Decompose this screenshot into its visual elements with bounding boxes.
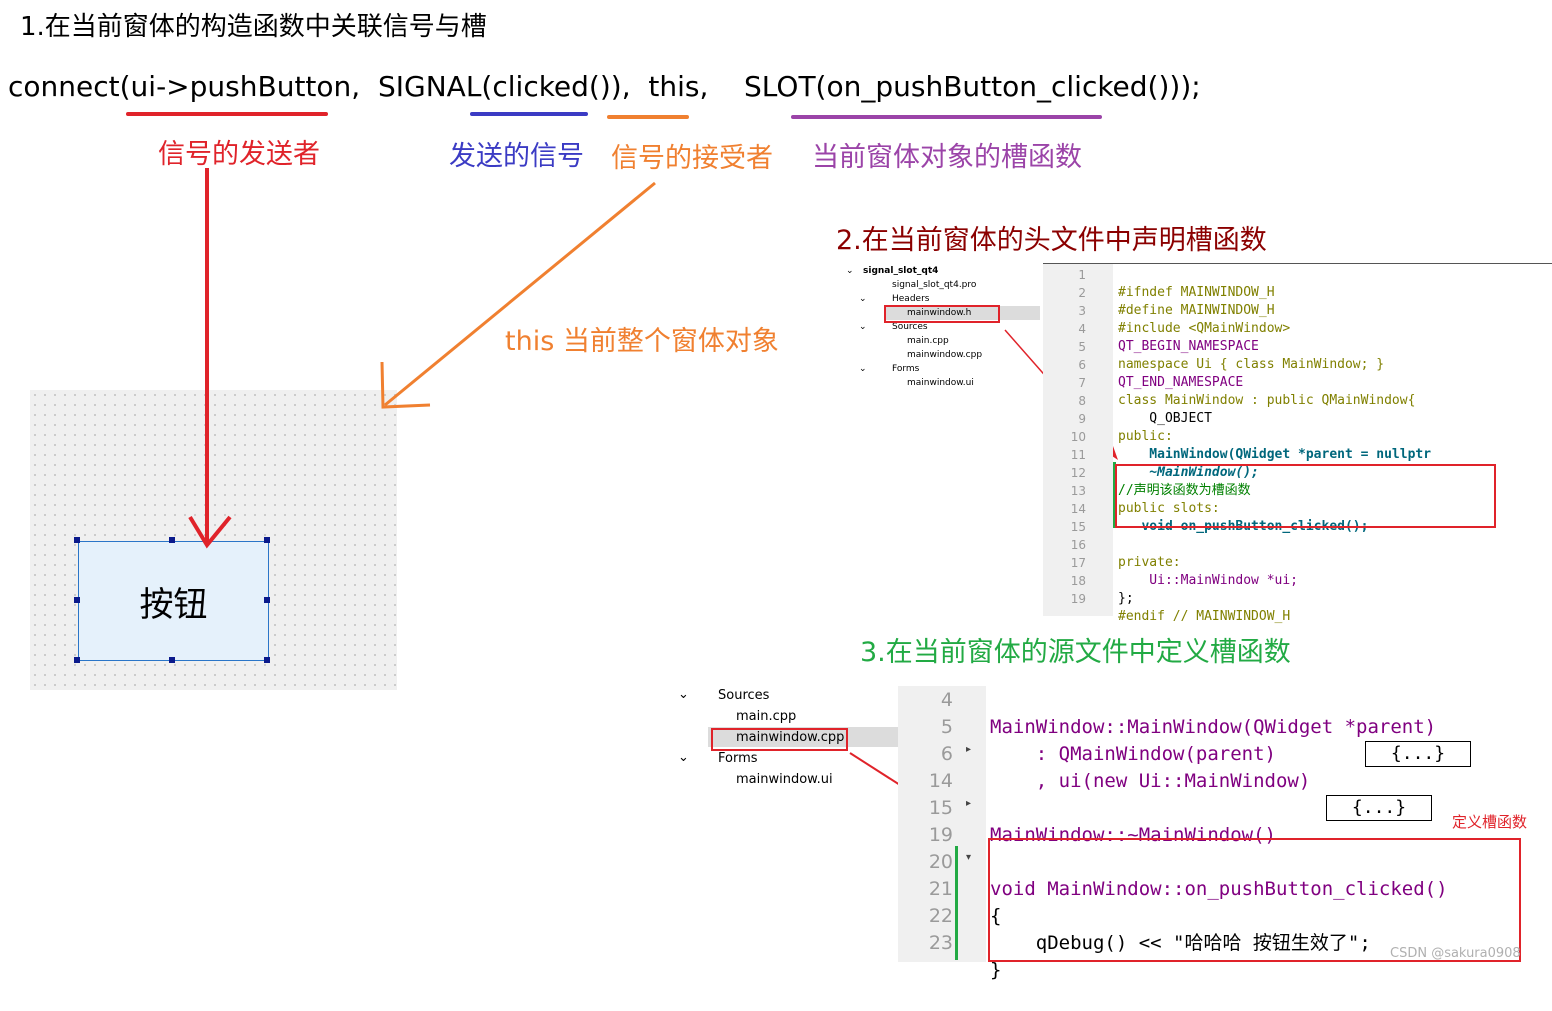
code-line: class MainWindow : public QMainWindow{ [1118, 393, 1416, 408]
line-numbers: 4 5 6 14 15 19 20 21 22 23 [905, 687, 953, 957]
tree-item[interactable]: Headers [892, 294, 929, 304]
tree-item[interactable]: Sources [892, 322, 928, 332]
highlight-box-header-file [884, 305, 1000, 323]
code-line: MainWindow(QWidget *parent = nullptr [1118, 447, 1432, 462]
watermark: CSDN @sakura0908 [1390, 946, 1521, 961]
fold-arrow-icon[interactable]: ▾ [966, 852, 971, 863]
expand-icon[interactable]: ⌄ [846, 266, 854, 276]
code-line: #endif // MAINWINDOW_H [1118, 609, 1291, 624]
line-number: 14 [928, 770, 953, 792]
line-number: 3 [1078, 304, 1086, 318]
expand-icon[interactable]: ⌄ [859, 294, 867, 304]
line-number: 20 [928, 851, 953, 873]
tree-item[interactable]: mainwindow.ui [907, 378, 974, 388]
sender-arrow-head [188, 515, 232, 549]
line-number: 12 [1070, 466, 1086, 480]
line-number: 22 [928, 905, 953, 927]
line-number: 6 [1078, 358, 1086, 372]
line-number: 11 [1070, 448, 1086, 462]
tree-item[interactable]: Sources [718, 688, 769, 703]
code-line: QT_BEGIN_NAMESPACE [1118, 339, 1259, 354]
line-number: 7 [1078, 376, 1086, 390]
code-line: private: [1118, 555, 1181, 570]
tree-item[interactable]: main.cpp [736, 709, 796, 724]
line-number: 14 [1070, 502, 1086, 516]
line-number: 2 [1078, 286, 1086, 300]
tree-item[interactable]: Forms [892, 364, 919, 374]
line-number: 10 [1070, 430, 1086, 444]
expand-icon[interactable]: ⌄ [678, 687, 689, 702]
line-number: 15 [1070, 520, 1086, 534]
line-number: 8 [1078, 394, 1086, 408]
line-number: 18 [1070, 574, 1086, 588]
line-number: 1 [1078, 268, 1086, 282]
step2-title: 2.在当前窗体的头文件中声明槽函数 [836, 225, 1267, 256]
code-line: QT_END_NAMESPACE [1118, 375, 1244, 390]
code-line: MainWindow::MainWindow(QWidget *parent) [990, 716, 1437, 738]
tree-item[interactable]: mainwindow.ui [736, 772, 833, 787]
fold-arrow-icon[interactable]: ▸ [966, 744, 971, 755]
line-number: 13 [1070, 484, 1086, 498]
line-number: 17 [1070, 556, 1086, 570]
code-line: }; [1118, 591, 1134, 606]
line-number: 5 [940, 716, 953, 738]
expand-icon[interactable]: ⌄ [678, 750, 689, 765]
folded-code-block[interactable]: {...} [1365, 741, 1471, 767]
line-number: 21 [928, 878, 953, 900]
editor-top-border [1043, 263, 1552, 264]
expand-icon[interactable]: ⌄ [859, 364, 867, 374]
line-number: 16 [1070, 538, 1086, 552]
code-line: Q_OBJECT [1118, 411, 1212, 426]
line-number: 4 [1078, 322, 1086, 336]
tree-item[interactable]: mainwindow.cpp [907, 350, 982, 360]
code-line: public: [1118, 429, 1173, 444]
project-tree-headers: ⌄ signal_slot_qt4 signal_slot_qt4.pro ⌄ … [845, 264, 1040, 394]
line-number: 5 [1078, 340, 1086, 354]
line-number: 9 [1078, 412, 1086, 426]
tree-item[interactable]: signal_slot_qt4.pro [892, 280, 976, 290]
tree-item[interactable]: main.cpp [907, 336, 949, 346]
line-numbers: 1 2 3 4 5 6 7 8 9 10 11 12 13 14 15 16 17 18 19 [1046, 266, 1086, 608]
step3-title: 3.在当前窗体的源文件中定义槽函数 [860, 637, 1291, 668]
header-code: #ifndef MAINWINDOW_H #define MAINWINDOW_H… [1118, 266, 1431, 644]
highlight-box-source-file [711, 728, 848, 751]
line-number: 15 [928, 797, 953, 819]
line-number: 19 [928, 824, 953, 846]
expand-icon[interactable]: ⌄ [859, 322, 867, 332]
line-number: 19 [1070, 592, 1086, 606]
tree-item[interactable]: signal_slot_qt4 [863, 266, 938, 276]
fold-arrow-icon[interactable]: ▸ [966, 798, 971, 809]
receiver-arrow [384, 181, 656, 407]
code-line: #define MAINWINDOW_H [1118, 303, 1275, 318]
change-marker [955, 846, 958, 960]
tree-item[interactable]: Forms [718, 751, 758, 766]
line-number: 6 [940, 743, 953, 765]
code-line: #ifndef MAINWINDOW_H [1118, 285, 1275, 300]
highlight-box-slot-definition [988, 838, 1521, 962]
folded-code-block[interactable]: {...} [1326, 795, 1432, 821]
line-number: 4 [940, 689, 953, 711]
code-line: , ui(new Ui::MainWindow) [990, 770, 1311, 792]
line-number: 23 [928, 932, 953, 954]
define-slot-note: 定义槽函数 [1452, 813, 1528, 831]
code-line: Ui::MainWindow *ui; [1118, 573, 1299, 588]
code-line: namespace Ui { class MainWindow; } [1118, 357, 1385, 372]
highlight-box-slot-declaration [1115, 464, 1496, 528]
code-line: #include <QMainWindow> [1118, 321, 1291, 336]
